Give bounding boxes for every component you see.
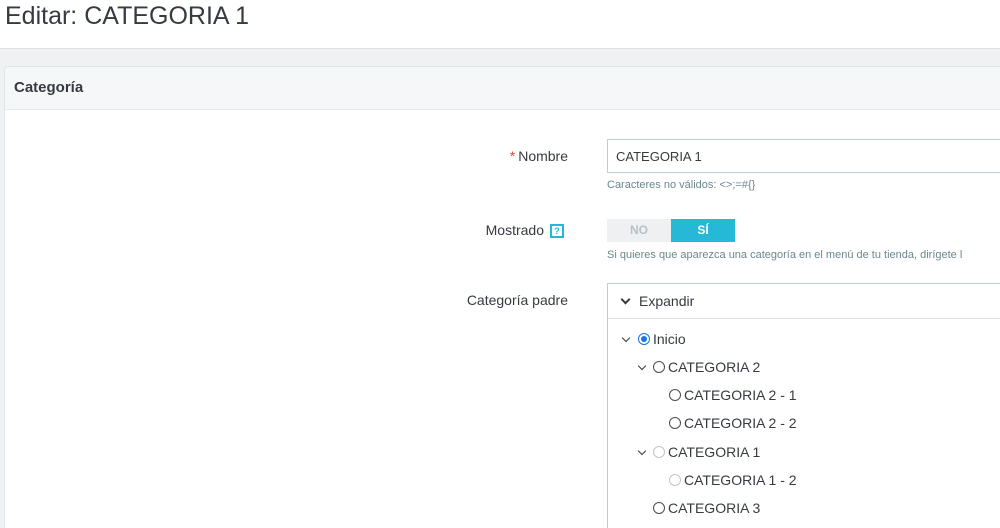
name-hint: Caracteres no válidos: <>;=#{} bbox=[607, 179, 756, 191]
radio-icon[interactable] bbox=[638, 333, 650, 345]
panel-heading: Categoría bbox=[5, 67, 1000, 110]
tree-node[interactable]: CATEGORIA 2 - 2 bbox=[669, 413, 797, 433]
radio-icon bbox=[669, 474, 681, 486]
radio-icon[interactable] bbox=[653, 361, 665, 373]
page-header: Editar: CATEGORIA 1 bbox=[0, 0, 1000, 49]
switch-yes-option[interactable]: SÍ bbox=[671, 219, 735, 242]
chevron-down-icon[interactable] bbox=[637, 361, 647, 371]
chevron-down-icon bbox=[620, 294, 631, 305]
tree-node[interactable]: Inicio bbox=[638, 329, 686, 349]
expand-label: Expandir bbox=[639, 293, 695, 309]
displayed-label-text: Mostrado bbox=[485, 222, 544, 238]
tree-node-label: CATEGORIA 2 - 1 bbox=[684, 387, 797, 403]
required-mark: * bbox=[509, 148, 516, 164]
chevron-down-icon[interactable] bbox=[637, 446, 647, 456]
radio-icon[interactable] bbox=[653, 502, 665, 514]
tree-node-label: CATEGORIA 3 bbox=[668, 500, 761, 516]
tree-node: CATEGORIA 1 bbox=[653, 442, 760, 462]
radio-icon bbox=[653, 446, 665, 458]
displayed-switch[interactable]: NO SÍ bbox=[607, 219, 735, 242]
page-title: Editar: CATEGORIA 1 bbox=[5, 2, 250, 30]
chevron-down-icon[interactable] bbox=[621, 333, 631, 343]
tree-node: CATEGORIA 1 - 2 bbox=[669, 470, 797, 490]
displayed-hint: Si quieres que aparezca una categoría en… bbox=[607, 249, 963, 261]
tree-toolbar: Expandir bbox=[608, 284, 1000, 319]
tree-node-label: CATEGORIA 2 - 2 bbox=[684, 415, 797, 431]
parent-category-label: Categoría padre bbox=[466, 292, 568, 308]
name-input[interactable] bbox=[607, 139, 1000, 173]
tree-node-label: CATEGORIA 2 bbox=[668, 359, 761, 375]
switch-no-option[interactable]: NO bbox=[607, 219, 671, 242]
tree-node[interactable]: CATEGORIA 2 bbox=[653, 357, 760, 377]
name-label-text: Nombre bbox=[518, 148, 568, 164]
name-label: * Nombre bbox=[510, 148, 568, 164]
panel-heading-label: Categoría bbox=[14, 79, 84, 96]
radio-icon[interactable] bbox=[669, 389, 681, 401]
tree-node-label: CATEGORIA 1 - 2 bbox=[684, 472, 797, 488]
radio-icon[interactable] bbox=[669, 417, 681, 429]
displayed-label: Mostrado? bbox=[486, 222, 564, 238]
tree-node-label: Inicio bbox=[653, 331, 686, 347]
expand-button[interactable]: Expandir bbox=[620, 293, 695, 309]
tree-node[interactable]: CATEGORIA 3 bbox=[653, 498, 760, 518]
tree-node[interactable]: CATEGORIA 2 - 1 bbox=[669, 385, 797, 405]
tree-node-label: CATEGORIA 1 bbox=[668, 444, 761, 460]
category-tree: Expandir Inicio CATEGORIA 2 CATEGORIA 2 … bbox=[607, 283, 1000, 528]
help-icon[interactable]: ? bbox=[550, 224, 564, 238]
